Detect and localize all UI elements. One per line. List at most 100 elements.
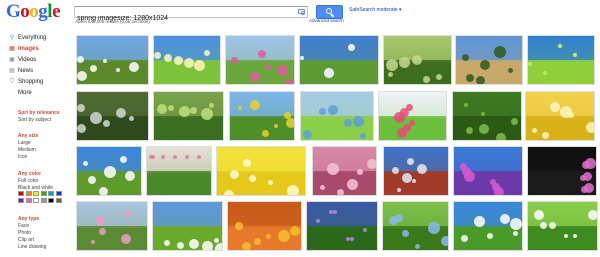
image-detail — [550, 102, 560, 112]
image-detail — [320, 185, 325, 190]
image-result[interactable] — [300, 91, 374, 141]
image-detail — [157, 104, 167, 114]
image-detail — [174, 56, 183, 65]
image-detail — [173, 155, 177, 159]
image-detail — [436, 74, 442, 80]
image-detail — [407, 158, 414, 165]
image-detail — [464, 103, 468, 107]
image-detail — [197, 155, 201, 159]
image-detail — [266, 234, 271, 239]
image-result[interactable] — [76, 201, 148, 251]
image-sky — [307, 202, 377, 229]
image-detail — [125, 171, 135, 181]
image-detail — [168, 105, 174, 111]
image-result[interactable] — [527, 201, 598, 251]
image-detail — [540, 222, 547, 229]
image-detail — [177, 242, 184, 249]
image-results-grid — [0, 0, 600, 257]
image-detail — [588, 210, 597, 220]
image-result[interactable] — [382, 201, 449, 251]
image-result[interactable] — [312, 146, 377, 196]
image-detail — [534, 210, 544, 220]
image-detail — [348, 44, 355, 51]
image-detail — [328, 105, 338, 115]
image-ground — [77, 226, 147, 250]
image-detail — [300, 56, 304, 60]
image-detail — [287, 185, 299, 195]
image-detail — [415, 244, 420, 249]
image-detail — [480, 60, 490, 70]
image-result[interactable] — [153, 91, 224, 141]
image-detail — [189, 239, 199, 249]
image-result[interactable] — [383, 35, 452, 85]
image-detail — [215, 243, 222, 250]
image-detail — [392, 167, 399, 174]
image-detail — [190, 107, 197, 114]
image-detail — [496, 133, 506, 140]
image-result[interactable] — [76, 91, 149, 141]
image-result[interactable] — [76, 35, 149, 85]
image-detail — [129, 222, 133, 226]
image-result[interactable] — [146, 146, 212, 196]
image-result[interactable] — [453, 201, 523, 251]
image-detail — [278, 230, 290, 242]
image-detail — [214, 238, 219, 243]
image-detail — [402, 230, 409, 237]
image-detail — [564, 234, 568, 238]
image-detail — [99, 187, 108, 195]
image-detail — [116, 108, 126, 118]
image-result[interactable] — [76, 146, 142, 196]
image-detail — [549, 222, 556, 229]
image-detail — [397, 188, 401, 192]
image-detail — [337, 189, 344, 195]
image-detail — [91, 240, 95, 244]
image-detail — [290, 226, 300, 236]
image-result[interactable] — [152, 201, 223, 251]
image-result[interactable] — [525, 91, 595, 141]
image-detail — [154, 52, 161, 59]
image-ground — [77, 116, 148, 140]
image-result[interactable] — [216, 146, 306, 196]
image-detail — [284, 112, 291, 119]
image-result[interactable] — [225, 35, 295, 85]
image-result[interactable] — [455, 35, 523, 85]
image-detail — [582, 161, 590, 169]
image-result[interactable] — [153, 35, 221, 85]
image-result[interactable] — [452, 91, 522, 141]
image-result[interactable] — [383, 146, 449, 196]
image-detail — [466, 127, 473, 134]
image-detail — [242, 242, 251, 250]
image-detail — [412, 55, 422, 65]
image-detail — [303, 130, 312, 139]
image-result[interactable] — [527, 146, 597, 196]
image-result[interactable] — [227, 201, 302, 251]
image-result[interactable] — [299, 35, 379, 85]
image-detail — [487, 233, 493, 239]
image-result[interactable] — [229, 91, 295, 141]
image-detail — [329, 210, 333, 214]
image-detail — [573, 234, 577, 238]
image-detail — [367, 159, 376, 169]
image-detail — [479, 124, 489, 134]
image-detail — [88, 176, 96, 184]
image-detail — [581, 186, 588, 193]
image-detail — [542, 132, 549, 139]
image-detail — [494, 187, 504, 195]
image-result[interactable] — [378, 91, 447, 141]
image-result[interactable] — [453, 146, 523, 196]
image-detail — [164, 240, 170, 246]
image-detail — [402, 173, 412, 183]
image-detail — [268, 180, 273, 185]
image-detail — [104, 166, 116, 178]
image-sky — [300, 36, 378, 63]
image-detail — [476, 76, 485, 84]
image-sky — [301, 92, 373, 119]
image-detail — [461, 235, 468, 242]
image-result[interactable] — [527, 35, 595, 85]
image-ground — [147, 171, 211, 195]
image-detail — [412, 179, 416, 183]
image-result[interactable] — [306, 201, 378, 251]
image-detail — [83, 161, 88, 166]
image-detail — [363, 228, 367, 232]
image-ground — [528, 226, 597, 250]
